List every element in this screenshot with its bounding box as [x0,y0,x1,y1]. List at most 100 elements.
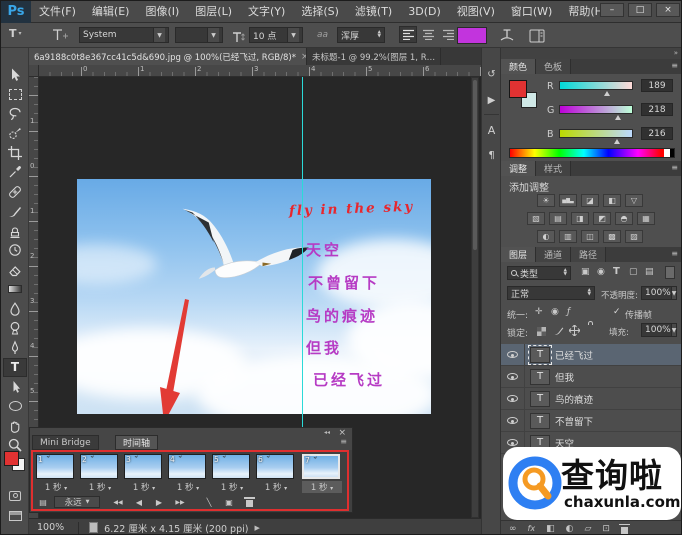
blur-tool[interactable] [3,299,27,318]
adjustment-icon-posterize[interactable]: ▥ [559,230,577,243]
foreground-color-swatch[interactable] [4,451,19,466]
frame-duration[interactable]: 1 秒 ▾ [80,481,120,493]
frame-duration[interactable]: 1 秒 ▾ [256,481,296,493]
filter-type-layers-icon[interactable]: T [613,266,620,277]
frame-duration[interactable]: 1 秒 ▾ [168,481,208,493]
type-layer-thumbnail[interactable]: T [530,390,550,407]
adjustment-icon-photo-filter[interactable]: ◩ [593,212,611,225]
document-image[interactable]: fly in the sky 天空 不曾留下 鸟的痕迹 但我 已经飞过 [77,179,431,414]
frame-4[interactable]: 4 1 秒 ▾ [168,454,208,493]
watermark-url[interactable]: chaxunla.com [564,493,681,511]
eyedropper-tool[interactable] [3,163,27,182]
hand-tool[interactable] [3,416,27,435]
visibility-eye-icon[interactable] [507,439,518,446]
maximize-button[interactable]: □ [628,3,652,17]
frame-5[interactable]: 5 1 秒 ▾ [212,454,252,493]
slider-thumb[interactable] [615,115,621,120]
font-style-select[interactable]: ▼ [175,27,223,43]
menu-edit[interactable]: 编辑(E) [84,1,138,23]
menu-3d[interactable]: 3D(D) [400,1,449,23]
clone-stamp-tool[interactable] [3,221,27,240]
tween-button[interactable]: ╲ [202,496,216,508]
path-selection-tool[interactable] [3,377,27,396]
horizontal-ruler[interactable]: 0 1 2 3 4 5 6 [39,65,481,77]
move-tool[interactable] [3,65,27,84]
layer-row-buchengliuxia[interactable]: T 不曾留下 [501,409,681,432]
document-info[interactable]: 6.22 厘米 x 4.15 厘米 (200 ppi) [104,521,248,535]
tab-close-icon[interactable]: × [440,52,441,62]
antialias-select[interactable]: 浑厚 [337,27,385,43]
adjustment-icon-gradient-map[interactable]: ▩ [603,230,621,243]
panel-menu-icon[interactable]: ≡ [340,437,347,446]
ruler-origin[interactable] [29,65,39,77]
crop-tool[interactable] [3,143,27,162]
adjustment-icon-exposure[interactable]: ◧ [603,194,621,207]
brush-tool[interactable] [3,202,27,221]
adjustment-icon-invert[interactable]: ◐ [537,230,555,243]
frame-6[interactable]: 6 1 秒 ▾ [256,454,296,493]
align-left-button[interactable] [399,26,417,43]
menu-file[interactable]: 文件(F) [31,1,84,23]
visibility-eye-icon[interactable] [507,351,518,358]
frame-7-selected[interactable]: 7 1 秒 ▾ [302,454,342,493]
adjustment-icon-color-lookup[interactable]: ▦ [637,212,655,225]
tab-layers[interactable]: 图层 [501,247,537,262]
tab-styles[interactable]: 样式 [536,161,572,176]
align-center-button[interactable] [419,26,437,43]
frame-duration[interactable]: 1 秒 ▾ [212,481,252,493]
menu-filter[interactable]: 滤镜(T) [347,1,400,23]
tab-adjustments[interactable]: 调整 [501,161,537,176]
lasso-tool[interactable] [3,104,27,123]
zoom-level[interactable]: 100% [37,522,64,533]
type-layer-thumbnail[interactable]: T [528,344,552,365]
layer-row-yijingfeiguo[interactable]: T 已经飞过 [501,343,681,366]
black-swatch[interactable] [670,149,674,157]
type-tool[interactable]: T [3,357,27,377]
tab-channels[interactable]: 通道 [536,247,572,262]
align-right-button[interactable] [439,26,457,43]
font-size-select[interactable]: 10 点 ▼ [249,27,303,43]
status-arrow-icon[interactable]: ▶ [254,524,259,532]
slider-thumb[interactable] [604,91,610,96]
lock-pixels-icon[interactable] [553,325,564,336]
panel-menu-icon[interactable]: ≡ [666,59,681,74]
next-frame-button[interactable]: ▶▶ [172,496,188,508]
frame-2[interactable]: 2 1 秒 ▾ [80,454,120,493]
document-tab-1[interactable]: 6a9188c0t8e367cc41c5d&690.jpg @ 100%(已经飞… [29,48,307,65]
opacity-field[interactable]: 100% ▼ [641,286,677,300]
unify-position-icon[interactable]: ✛ [535,307,543,317]
paragraph-panel-button[interactable]: ¶ [483,147,500,164]
visibility-eye-icon[interactable] [507,373,518,380]
adjustment-icon-color-balance[interactable]: ▤ [549,212,567,225]
layer-style-fx-icon[interactable]: fx [528,524,536,533]
b-slider[interactable] [559,129,633,144]
adjustment-icon-channel-mixer[interactable]: ◓ [615,212,633,225]
propagate-checkbox[interactable]: ✓ [613,307,621,317]
character-panel-button[interactable]: A [483,122,500,139]
type-layer-thumbnail[interactable]: T [530,368,550,385]
type-tool-preset[interactable]: T ▾ [9,27,22,40]
lock-transparency-icon[interactable] [537,327,546,336]
foreground-color-well[interactable] [509,80,527,98]
history-panel-button[interactable]: ↺ [483,66,500,83]
gradient-tool[interactable] [3,280,27,299]
new-layer-icon[interactable]: ⊡ [602,524,610,534]
filter-adjustment-layers-icon[interactable]: ◉ [597,267,605,277]
pen-tool[interactable] [3,338,27,357]
convert-timeline-button[interactable]: ▤ [36,496,50,508]
unify-visibility-icon[interactable]: ◉ [551,307,559,317]
g-slider[interactable] [559,105,633,120]
tab-mini-bridge[interactable]: Mini Bridge [32,435,99,450]
minimize-button[interactable]: – [600,3,624,17]
tab-color[interactable]: 颜色 [501,59,537,74]
menu-view[interactable]: 视图(V) [449,1,503,23]
tab-swatches[interactable]: 色板 [536,59,572,74]
screen-mode-button[interactable] [3,506,27,525]
g-value-field[interactable]: 218 [641,103,673,116]
marquee-tool[interactable] [3,85,27,104]
frame-duration[interactable]: 1 秒 ▾ [124,481,164,493]
dodge-tool[interactable] [3,319,27,338]
eraser-tool[interactable] [3,260,27,279]
fill-field[interactable]: 100% ▼ [641,323,677,337]
frame-duration[interactable]: 1 秒 ▾ [302,481,342,493]
